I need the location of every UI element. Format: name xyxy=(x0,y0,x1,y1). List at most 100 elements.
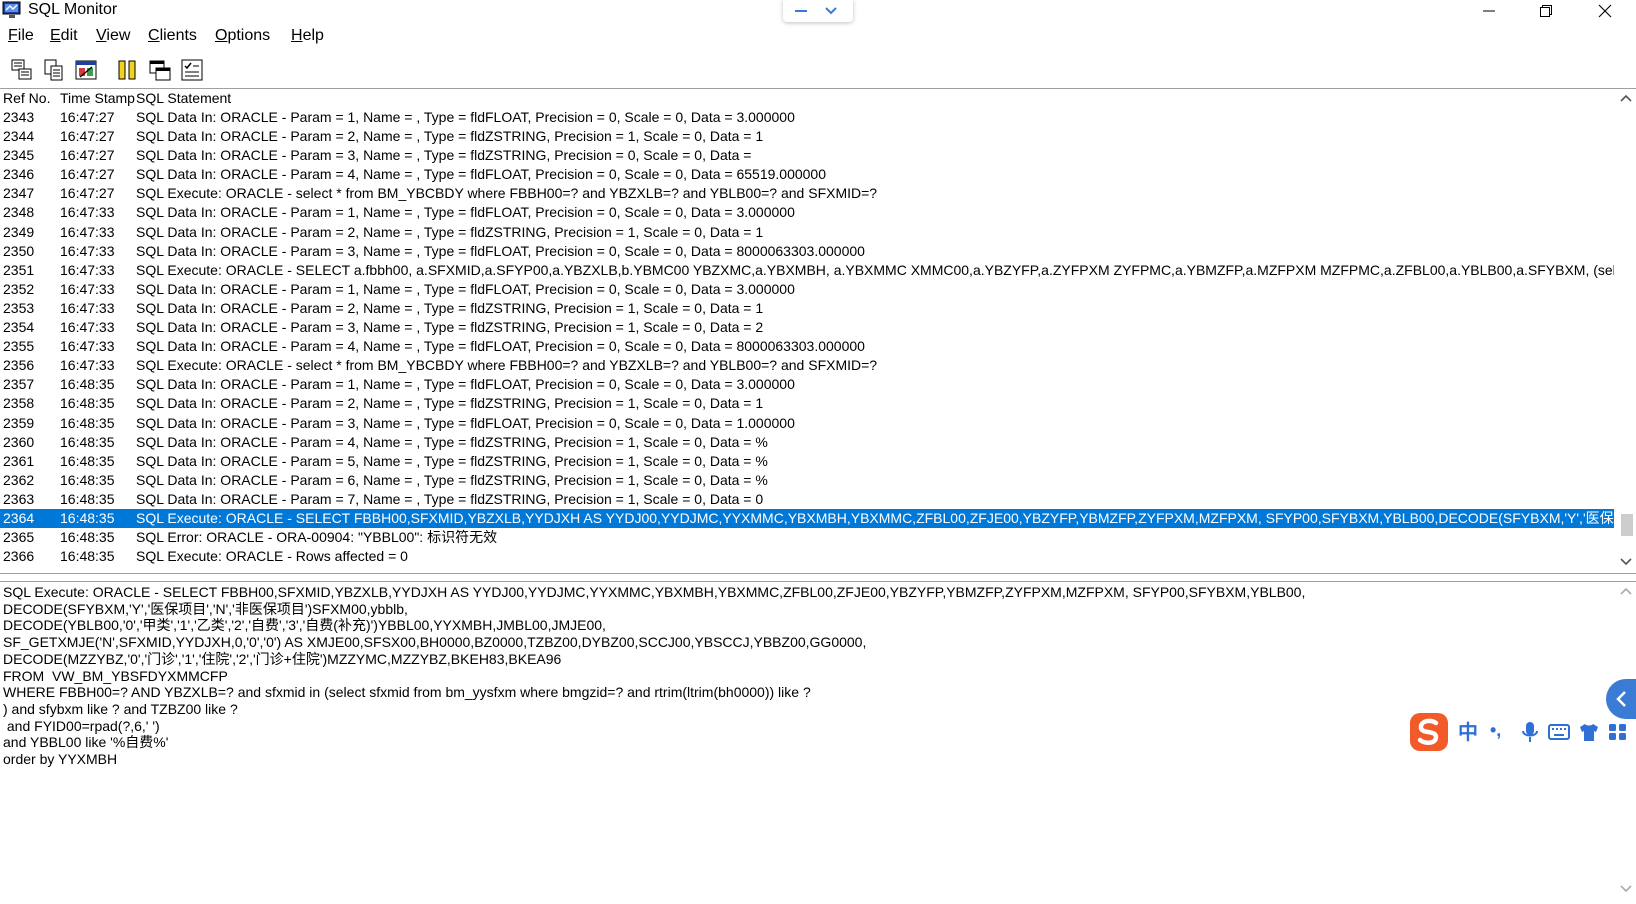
log-row[interactable]: 2348 16:47:33 SQL Data In: ORACLE - Param … xyxy=(0,203,1614,222)
restore-button[interactable] xyxy=(1523,0,1569,22)
sql-detail-text[interactable]: SQL Execute: ORACLE - SELECT FBBH00,SFXM… xyxy=(3,584,1305,768)
ime-floating-tab[interactable] xyxy=(783,0,853,22)
log-cell-timestamp: 16:47:33 xyxy=(60,280,115,297)
log-row[interactable]: 2349 16:47:33 SQL Data In: ORACLE - Param … xyxy=(0,223,1614,242)
log-row[interactable]: 2344 16:47:27 SQL Data In: ORACLE - Param … xyxy=(0,127,1614,146)
log-row[interactable]: 2365 16:48:35 SQL Error: ORACLE - ORA-0090… xyxy=(0,528,1614,547)
ime-lang-label[interactable]: 中 xyxy=(1458,721,1478,743)
log-row[interactable]: 2356 16:47:33 SQL Execute: ORACLE - select… xyxy=(0,356,1614,375)
keyboard-icon[interactable] xyxy=(1548,723,1570,741)
window-button[interactable] xyxy=(147,57,173,83)
log-row[interactable]: 2366 16:48:35 SQL Execute: ORACLE - Rows a… xyxy=(0,547,1614,566)
column-header-timestamp[interactable]: Time Stamp xyxy=(60,89,135,107)
log-row[interactable]: 2353 16:47:33 SQL Data In: ORACLE - Param … xyxy=(0,299,1614,318)
log-scrollbar[interactable] xyxy=(1616,89,1636,573)
log-cell-ref: 2353 xyxy=(3,299,35,316)
log-cell-sql: SQL Execute: ORACLE - select * from BM_Y… xyxy=(136,357,878,374)
log-cell-ref: 2357 xyxy=(3,376,35,393)
sql-detail-line: ) and sfybxm like ? and TZBZ00 like ? xyxy=(3,700,238,717)
log-row[interactable]: 2358 16:48:35 SQL Data In: ORACLE - Param … xyxy=(0,394,1614,413)
save-log-button[interactable] xyxy=(9,57,35,83)
log-row[interactable]: 2352 16:47:33 SQL Data In: ORACLE - Param … xyxy=(0,280,1614,299)
log-cell-ref: 2348 xyxy=(3,204,35,221)
scroll-down-arrow[interactable] xyxy=(1619,555,1633,569)
log-row[interactable]: 2351 16:47:33 SQL Execute: ORACLE - SELECT… xyxy=(0,261,1614,280)
menu-file-label: ile xyxy=(17,27,34,44)
sql-detail-line: DECODE(SFYBXM,'Y','医保项目','N','非医保项目')SFX… xyxy=(3,600,408,617)
log-cell-timestamp: 16:47:27 xyxy=(60,109,115,125)
options-check-button[interactable] xyxy=(179,57,205,83)
skin-shirt-icon[interactable] xyxy=(1578,722,1600,742)
chevron-down-icon xyxy=(1620,558,1632,566)
log-row[interactable]: 2355 16:47:33 SQL Data In: ORACLE - Param … xyxy=(0,337,1614,356)
log-row[interactable]: 2350 16:47:33 SQL Data In: ORACLE - Param … xyxy=(0,242,1614,261)
detail-scroll-down-arrow[interactable] xyxy=(1619,882,1633,896)
log-row[interactable]: 2345 16:47:27 SQL Data In: ORACLE - Param … xyxy=(0,146,1614,165)
log-cell-sql: SQL Execute: ORACLE - SELECT FBBH00,SFXM… xyxy=(136,509,1614,526)
log-row[interactable]: 2362 16:48:35 SQL Data In: ORACLE - Param … xyxy=(0,471,1614,490)
grid-apps-icon[interactable] xyxy=(1608,723,1628,741)
sql-detail-line: SQL Execute: ORACLE - SELECT FBBH00,SFXM… xyxy=(3,584,1306,600)
menu-help[interactable]: Help xyxy=(291,26,324,46)
log-cell-ref: 2358 xyxy=(3,395,35,412)
log-row[interactable]: 2343 16:47:27 SQL Data In: ORACLE - Param … xyxy=(0,108,1614,127)
log-cell-sql: SQL Data In: ORACLE - Param = 2, Name = … xyxy=(136,395,764,412)
log-cell-ref: 2345 xyxy=(3,147,35,164)
column-header-ref[interactable]: Ref No. xyxy=(3,89,50,107)
menu-options-label: ptions xyxy=(227,27,271,44)
log-row[interactable]: 2359 16:48:35 SQL Data In: ORACLE - Param … xyxy=(0,414,1614,433)
sql-detail-panel[interactable]: SQL Execute: ORACLE - SELECT FBBH00,SFXM… xyxy=(0,581,1636,904)
sogou-logo-icon[interactable] xyxy=(1408,711,1450,753)
scroll-up-arrow[interactable] xyxy=(1619,91,1633,105)
log-row[interactable]: 2357 16:48:35 SQL Data In: ORACLE - Param … xyxy=(0,375,1614,394)
log-cell-ref: 2346 xyxy=(3,166,35,183)
column-header-sql[interactable]: SQL Statement xyxy=(136,89,231,107)
save-log-icon xyxy=(11,59,32,80)
close-button[interactable] xyxy=(1582,0,1628,22)
log-row[interactable]: 2347 16:47:27 SQL Execute: ORACLE - select… xyxy=(0,184,1614,203)
log-cell-sql: SQL Data In: ORACLE - Param = 1, Name = … xyxy=(136,204,795,221)
chevron-down-icon[interactable] xyxy=(823,4,839,18)
copy-button[interactable] xyxy=(41,57,67,83)
sql-detail-line: and FYID00=rpad(?,6,' ') xyxy=(3,717,160,734)
dash-icon[interactable] xyxy=(793,4,809,18)
log-cell-sql: SQL Data In: ORACLE - Param = 3, Name = … xyxy=(136,242,865,259)
menu-view[interactable]: View xyxy=(96,26,130,46)
scroll-thumb[interactable] xyxy=(1621,514,1633,537)
log-row[interactable]: 2364 16:48:35 SQL Execute: ORACLE - SELECT… xyxy=(0,508,1614,529)
ime-punct-label[interactable]: •, xyxy=(1490,719,1501,741)
log-cell-sql: SQL Data In: ORACLE - Param = 2, Name = … xyxy=(136,299,764,316)
log-cell-sql: SQL Execute: ORACLE - select * from BM_Y… xyxy=(136,185,878,202)
pause-button[interactable] xyxy=(114,57,140,83)
log-cell-ref: 2355 xyxy=(3,338,35,355)
copy-icon xyxy=(44,59,63,81)
log-cell-timestamp: 16:47:33 xyxy=(60,319,115,336)
log-cell-sql: SQL Error: ORACLE - ORA-00904: "YBBL00":… xyxy=(136,529,498,546)
toolbar xyxy=(0,52,1636,89)
log-cell-ref: 2359 xyxy=(3,414,35,431)
menu-file[interactable]: File xyxy=(8,26,34,46)
log-cell-timestamp: 16:47:33 xyxy=(60,357,115,374)
menu-clients[interactable]: Clients xyxy=(148,26,197,46)
log-row[interactable]: 2360 16:48:35 SQL Data In: ORACLE - Param … xyxy=(0,433,1614,452)
log-cell-ref: 2365 xyxy=(3,529,35,546)
log-row[interactable]: 2354 16:47:33 SQL Data In: ORACLE - Param … xyxy=(0,318,1614,337)
restore-icon xyxy=(1540,5,1552,17)
log-cell-timestamp: 16:47:33 xyxy=(60,223,115,240)
log-header: Ref No. Time Stamp SQL Statement xyxy=(0,89,1614,107)
log-list-panel[interactable]: Ref No. Time Stamp SQL Statement 2343 16:… xyxy=(0,88,1636,574)
clear-button[interactable] xyxy=(73,57,99,83)
log-cell-timestamp: 16:47:33 xyxy=(60,338,115,355)
detail-scroll-up-arrow[interactable] xyxy=(1619,584,1633,598)
minimize-button[interactable] xyxy=(1466,0,1512,22)
log-rows: 2343 16:47:27 SQL Data In: ORACLE - Param … xyxy=(0,108,1614,566)
log-row[interactable]: 2346 16:47:27 SQL Data In: ORACLE - Param … xyxy=(0,165,1614,184)
microphone-icon[interactable] xyxy=(1520,721,1540,743)
chevron-up-icon xyxy=(1620,587,1632,595)
log-cell-sql: SQL Execute: ORACLE - Rows affected = 0 xyxy=(136,548,408,565)
log-row[interactable]: 2363 16:48:35 SQL Data In: ORACLE - Param … xyxy=(0,490,1614,509)
log-row[interactable]: 2361 16:48:35 SQL Data In: ORACLE - Param … xyxy=(0,452,1614,471)
menu-options[interactable]: Options xyxy=(215,26,270,46)
log-cell-sql: SQL Execute: ORACLE - SELECT a.fbbh00, a… xyxy=(136,261,1614,278)
menu-edit[interactable]: Edit xyxy=(50,26,78,46)
